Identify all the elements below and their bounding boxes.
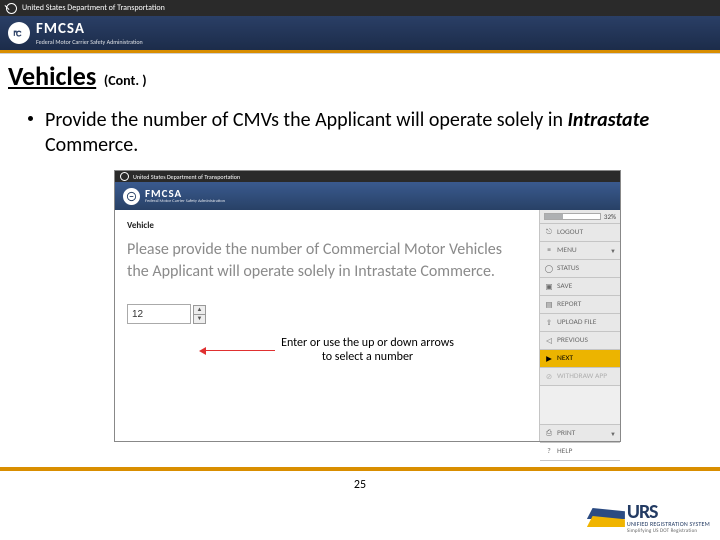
shot-dot-bar: United States Department of Transportati… [115, 171, 620, 182]
sidebar-print[interactable]: ⎙PRINT▼ [540, 425, 620, 443]
bullet-dot-icon [28, 116, 33, 121]
cmv-count-input[interactable] [127, 304, 191, 324]
spinner: ▲ ▼ [193, 305, 206, 324]
fmcsa-logo-icon [123, 188, 140, 205]
urs-tagline: Simplifying US DOT Registration [627, 528, 710, 534]
urs-small: UNIFIED REGISTRATION SYSTEM [627, 520, 710, 528]
sidebar-save[interactable]: ▣SAVE [540, 278, 620, 296]
fmcsa-logo-icon [8, 22, 30, 44]
urs-big: URS [627, 504, 710, 520]
fmcsa-label: FMCSA [36, 22, 143, 37]
urs-logo: URS UNIFIED REGISTRATION SYSTEM Simplify… [587, 504, 710, 534]
progress-bar: 32% [540, 210, 620, 224]
shot-fmcsa-sub: Federal Motor Carrier Safety Administrat… [145, 200, 225, 205]
dot-logo-icon [120, 172, 129, 181]
progress-bar-track [544, 213, 601, 220]
chevron-down-icon: ▼ [610, 430, 616, 438]
shot-fmcsa-bar: FMCSA Federal Motor Carrier Safety Admin… [115, 182, 620, 210]
number-field: ▲ ▼ [127, 304, 526, 324]
breadcrumb: Vehicle [127, 220, 526, 231]
save-icon: ▣ [544, 282, 554, 292]
spinner-up-icon[interactable]: ▲ [193, 305, 206, 314]
status-icon: ◯ [544, 264, 554, 274]
sidebar: 32% ⎋LOGOUT ≡MENU▼ ◯STATUS ▣SAVE ▤REPORT… [539, 210, 620, 441]
dot-logo-icon [6, 3, 17, 14]
title-main: Vehicles [8, 60, 96, 92]
withdraw-icon: ⊘ [544, 372, 554, 382]
shot-fmcsa-label: FMCSA [145, 188, 225, 199]
bullet-text: Provide the number of CMVs the Applicant… [45, 108, 692, 158]
annotation-text: Enter or use the up or down arrows to se… [280, 336, 455, 365]
sidebar-withdraw[interactable]: ⊘WITHDRAW APP [540, 368, 620, 386]
chevron-down-icon: ▼ [610, 247, 616, 255]
progress-pct: 32% [604, 212, 616, 221]
menu-icon: ≡ [544, 246, 554, 256]
slide-title: Vehicles (Cont. ) [0, 54, 720, 96]
logout-icon: ⎋ [544, 228, 554, 238]
sidebar-menu[interactable]: ≡MENU▼ [540, 242, 620, 260]
sidebar-report[interactable]: ▤REPORT [540, 296, 620, 314]
sidebar-help[interactable]: ?HELP [540, 443, 620, 461]
sidebar-status[interactable]: ◯STATUS [540, 260, 620, 278]
annotation-arrow-icon [205, 350, 275, 351]
help-icon: ? [544, 447, 554, 457]
urs-swoosh-icon [587, 506, 625, 532]
print-icon: ⎙ [544, 429, 554, 439]
title-cont: (Cont. ) [104, 72, 147, 89]
page-number: 25 [0, 478, 720, 492]
fmcsa-bar: FMCSA Federal Motor Carrier Safety Admin… [0, 16, 720, 50]
previous-icon: ◁ [544, 336, 554, 346]
sidebar-spacer [540, 386, 620, 425]
sidebar-upload[interactable]: ⇧UPLOAD FILE [540, 314, 620, 332]
bullet-item: Provide the number of CMVs the Applicant… [0, 96, 720, 158]
dot-bar-label: United States Department of Transportati… [22, 3, 165, 13]
next-icon: ▶ [544, 354, 554, 364]
report-icon: ▤ [544, 300, 554, 310]
sidebar-logout[interactable]: ⎋LOGOUT [540, 224, 620, 242]
sidebar-next[interactable]: ▶NEXT [540, 350, 620, 368]
embedded-screenshot: United States Department of Transportati… [114, 170, 621, 442]
fmcsa-sublabel: Federal Motor Carrier Safety Administrat… [36, 39, 143, 45]
spinner-down-icon[interactable]: ▼ [193, 314, 206, 324]
upload-icon: ⇧ [544, 318, 554, 328]
footer-accent-line [0, 467, 720, 471]
dot-top-bar: United States Department of Transportati… [0, 0, 720, 16]
sidebar-previous[interactable]: ◁PREVIOUS [540, 332, 620, 350]
prompt-text: Please provide the number of Commercial … [127, 239, 526, 282]
